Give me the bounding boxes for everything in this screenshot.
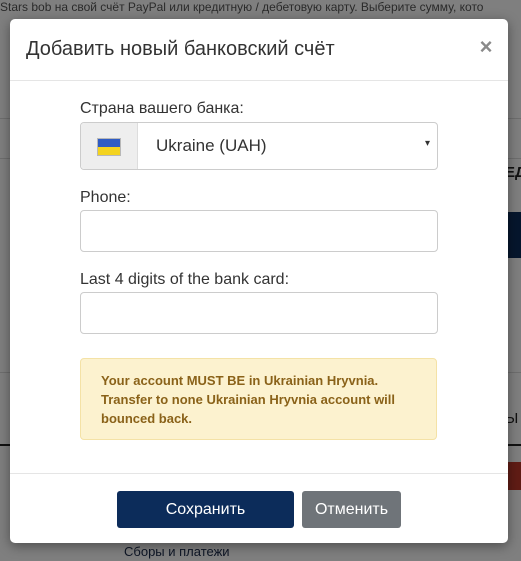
ukraine-flag-icon	[97, 138, 121, 156]
close-icon[interactable]: ×	[475, 35, 497, 59]
currency-warning-alert: Your account MUST BE in Ukrainian Hryvni…	[80, 358, 437, 440]
phone-label: Phone:	[80, 189, 131, 206]
modal-title: Добавить новый банковский счёт	[26, 38, 335, 60]
chevron-down-icon: ▾	[425, 138, 431, 149]
add-bank-account-modal: Добавить новый банковский счёт × Страна …	[10, 19, 508, 543]
country-selected-value: Ukraine (UAH)	[156, 136, 267, 155]
card-digits-input[interactable]	[80, 292, 438, 334]
modal-header: Добавить новый банковский счёт ×	[10, 19, 508, 81]
warning-text: Your account MUST BE in Ukrainian Hryvni…	[101, 373, 396, 426]
cancel-button[interactable]: Отменить	[302, 491, 401, 528]
country-label: Страна вашего банка:	[80, 100, 244, 117]
flag-addon	[81, 123, 138, 169]
modal-footer: Сохранить Отменить	[10, 473, 508, 544]
country-select[interactable]: Ukraine (UAH) ▾	[80, 122, 438, 170]
save-button[interactable]: Сохранить	[117, 491, 294, 528]
card-digits-label: Last 4 digits of the bank card:	[80, 271, 290, 288]
phone-input[interactable]	[80, 210, 438, 252]
